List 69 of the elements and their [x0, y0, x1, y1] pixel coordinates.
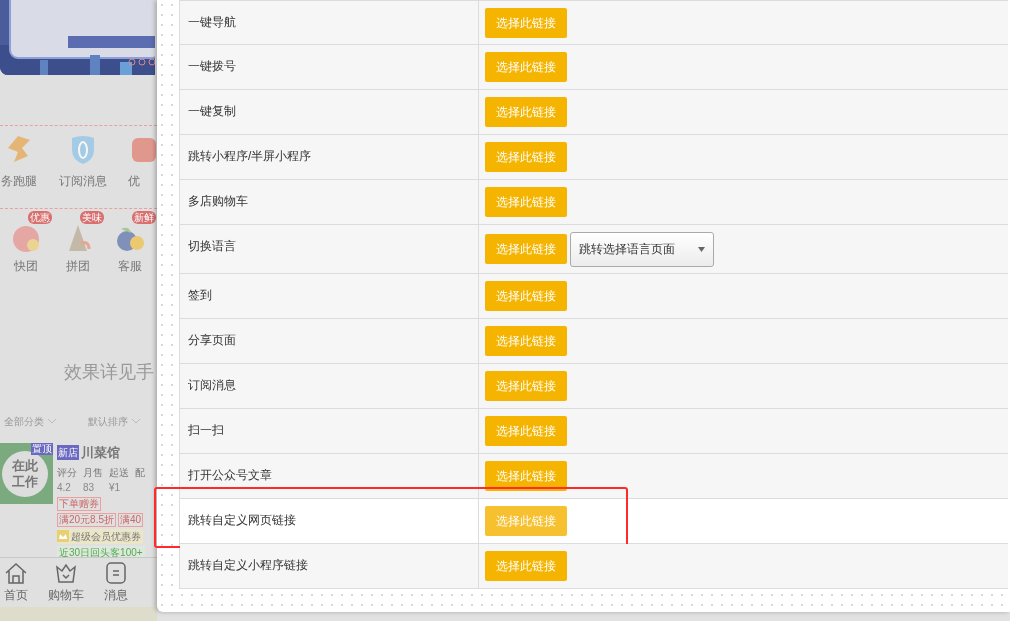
link-row[interactable]: 订阅消息 选择此链接 [180, 364, 1008, 409]
select-link-button[interactable]: 选择此链接 [485, 52, 567, 82]
link-name: 多店购物车 [188, 194, 248, 208]
link-row[interactable]: 跳转小程序/半屏小程序 选择此链接 [180, 135, 1008, 180]
stat-label: 月售 [83, 465, 104, 480]
select-link-button[interactable]: 选择此链接 [485, 281, 567, 311]
group-entry-label[interactable]: 快团 [14, 257, 38, 275]
link-row[interactable]: 跳转自定义网页链接 选择此链接 [180, 499, 1008, 544]
quick-entry[interactable]: 订阅消息 [58, 134, 108, 190]
quick-entry[interactable]: 务跑腿 [0, 134, 44, 190]
link-name: 跳转自定义网页链接 [188, 513, 296, 527]
quick-entry[interactable]: 优 [122, 134, 157, 190]
link-name: 切换语言 [188, 239, 236, 253]
select-link-button[interactable]: 选择此链接 [485, 142, 567, 172]
stat-label: 配 [135, 465, 146, 480]
link-row[interactable]: 多店购物车 选择此链接 [180, 180, 1008, 225]
member-coupon: 超级会员优惠券 [71, 529, 141, 544]
link-row[interactable]: 一键导航 选择此链接 [180, 0, 1008, 45]
select-link-button[interactable]: 选择此链接 [485, 326, 567, 356]
promo-badge: 美味 [80, 211, 104, 224]
link-row[interactable]: 签到 选择此链接 [180, 274, 1008, 319]
link-name: 扫一扫 [188, 423, 224, 437]
select-link-button[interactable]: 选择此链接 [485, 461, 567, 491]
promo-badge: 新鲜 [132, 211, 156, 224]
filter-dropdown[interactable]: 默认排序 [88, 414, 140, 429]
group-entry-label[interactable]: 拼团 [66, 257, 90, 275]
link-row[interactable]: 一键复制 选择此链接 [180, 90, 1008, 135]
link-name: 打开公众号文章 [188, 468, 272, 482]
new-badge: 新店 [57, 445, 79, 461]
select-link-button[interactable]: 选择此链接 [485, 97, 567, 127]
pin-badge: 置顶 [31, 443, 53, 455]
link-row[interactable]: 打开公众号文章 选择此链接 [180, 454, 1008, 499]
link-name: 一键导航 [188, 15, 236, 29]
promo-tag: 下单赠券 [57, 496, 101, 511]
link-name: 跳转自定义小程序链接 [188, 558, 308, 572]
stat-value: 4.2 [57, 480, 72, 495]
link-row[interactable]: 扫一扫 选择此链接 [180, 409, 1008, 454]
link-name: 订阅消息 [188, 378, 236, 392]
select-link-button[interactable]: 选择此链接 [485, 551, 567, 581]
link-row[interactable]: 切换语言 选择此链接 跳转选择语言页面 [180, 225, 1008, 274]
promo-tag: 满20元8.5折 [57, 512, 117, 527]
language-dropdown[interactable]: 跳转选择语言页面 [570, 231, 714, 267]
preview-notice: 效果详见手 [63, 361, 155, 384]
select-link-button[interactable]: 选择此链接 [485, 371, 567, 401]
select-link-button[interactable]: 选择此链接 [485, 7, 567, 38]
shop-logo-text: 在此工作 [11, 457, 39, 490]
stat-label: 起送 [109, 465, 130, 480]
link-row[interactable]: 分享页面 选择此链接 [180, 319, 1008, 364]
select-link-button[interactable]: 选择此链接 [485, 416, 567, 446]
stat-value: 83 [83, 480, 96, 495]
select-link-button[interactable]: 选择此链接 [485, 234, 567, 264]
select-link-button[interactable]: 选择此链接 [485, 187, 567, 217]
tab-bar-item[interactable]: 购物车 [50, 560, 82, 607]
link-row[interactable]: 一键拨号 选择此链接 [180, 45, 1008, 90]
tab-bar-item[interactable]: 首页 [0, 560, 32, 607]
promo-tag: 满40 [118, 512, 144, 527]
link-row[interactable]: 跳转自定义小程序链接 选择此链接 [180, 544, 1008, 589]
group-entry-label[interactable]: 客服 [118, 257, 142, 275]
link-name: 跳转小程序/半屏小程序 [188, 149, 312, 163]
promo-badge: 优惠 [28, 211, 52, 224]
link-name: 签到 [188, 288, 212, 302]
shop-highlight: 近30日回头客100+ [57, 545, 145, 557]
link-name: 分享页面 [188, 333, 236, 347]
link-name: 一键拨号 [188, 59, 236, 73]
tab-bar-item[interactable]: 消息 [100, 560, 132, 607]
stat-label: 评分 [57, 465, 78, 480]
stat-value: ¥1 [109, 480, 122, 495]
link-name: 一键复制 [188, 104, 236, 118]
shop-name: 川菜馆 [81, 444, 120, 462]
